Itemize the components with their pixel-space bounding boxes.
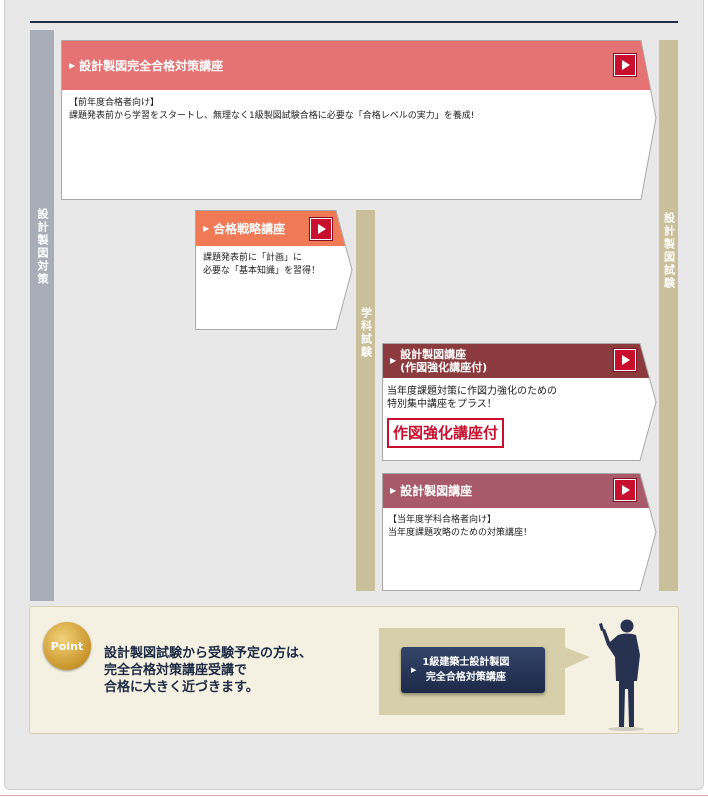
play-icon[interactable] bbox=[614, 479, 636, 501]
course-card-complete[interactable]: ▶ 設計製図完全合格対策講座 【前年度合格者向け】 課題発表前から学習をスタート… bbox=[61, 40, 657, 200]
course-card-drafting-plus-header: ▶ 設計製図講座 (作図強化講座付) bbox=[382, 343, 647, 378]
course-drafting-description: 当年度課題攻略のための対策講座！ bbox=[388, 528, 533, 538]
course-drafting-plus-body: 当年度課題対策に作図力強化のための 特別集中講座をプラス！ bbox=[387, 385, 557, 411]
play-icon[interactable] bbox=[310, 218, 332, 240]
course-drafting-body: 【当年度学科合格者向け】 当年度課題攻略のための対策講座！ bbox=[388, 514, 532, 540]
middle-category-label: 学科試験 bbox=[359, 307, 373, 359]
bottom-accent-line bbox=[0, 795, 708, 796]
play-icon[interactable] bbox=[614, 54, 636, 76]
point-badge: Point bbox=[43, 622, 91, 670]
course-drafting-audience: 【当年度学科合格者向け】 bbox=[388, 515, 497, 525]
course-drafting-plus-line1: 当年度課題対策に作図力強化のための bbox=[387, 386, 557, 397]
course-strategy-title: 合格戦略講座 bbox=[213, 221, 286, 236]
complete-course-button-line1: 1級建築士設計製図 bbox=[422, 657, 510, 668]
course-drafting-plus-title: 設計製図講座 (作図強化講座付) bbox=[400, 347, 488, 374]
point-section: Point 設計製図試験から受験予定の方は、 完全合格対策講座受講で 合格に大き… bbox=[29, 606, 679, 734]
point-message: 設計製図試験から受験予定の方は、 完全合格対策講座受講で 合格に大きく近づきます… bbox=[104, 645, 312, 696]
complete-course-link-button[interactable]: ▶ 1級建築士設計製図 完全合格対策講座 bbox=[401, 647, 545, 693]
play-icon[interactable] bbox=[614, 349, 636, 371]
drafting-reinforcement-stamp: 作図強化講座付 bbox=[387, 418, 505, 448]
course-strategy-line1: 課題発表前に「計画」に bbox=[203, 253, 303, 263]
course-complete-description: 課題発表前から学習をスタートし、無理なく1級製図試験合格に必要な「合格レベルの実… bbox=[69, 111, 475, 121]
middle-category-bar: 学科試験 bbox=[356, 210, 375, 591]
triangle-right-icon: ▶ bbox=[411, 666, 417, 674]
point-message-line1: 設計製図試験から受験予定の方は、 bbox=[104, 646, 313, 661]
course-drafting-plus-line2: 特別集中講座をプラス！ bbox=[387, 399, 497, 410]
top-divider bbox=[30, 21, 678, 23]
course-complete-body: 【前年度合格者向け】 課題発表前から学習をスタートし、無理なく1級製図試験合格に… bbox=[69, 97, 474, 123]
course-strategy-line2: 必要な「基本知識」を習得！ bbox=[203, 266, 321, 276]
course-drafting-title: 設計製図講座 bbox=[400, 484, 473, 498]
left-category-label: 設計製図対策 bbox=[36, 208, 49, 286]
course-card-drafting-header: ▶ 設計製図講座 bbox=[382, 473, 647, 508]
left-category-bar: 設計製図対策 bbox=[30, 30, 54, 601]
course-card-drafting-plus[interactable]: ▶ 設計製図講座 (作図強化講座付) 当年度課題対策に作図力強化のための 特別集… bbox=[382, 343, 657, 461]
triangle-right-icon: ▶ bbox=[69, 60, 76, 70]
course-strategy-body: 課題発表前に「計画」に 必要な「基本知識」を習得！ bbox=[203, 252, 320, 278]
point-message-line2: 完全合格対策講座受講で bbox=[104, 663, 248, 678]
course-card-strategy[interactable]: ▶ 合格戦略講座 課題発表前に「計画」に 必要な「基本知識」を習得！ bbox=[195, 210, 353, 330]
triangle-right-icon: ▶ bbox=[390, 356, 397, 365]
businessman-silhouette-icon bbox=[599, 619, 644, 731]
right-category-bar: 設計製図試験 bbox=[659, 40, 678, 591]
triangle-right-icon: ▶ bbox=[203, 223, 210, 233]
point-message-line3: 合格に大きく近づきます。 bbox=[104, 680, 259, 695]
course-complete-audience: 【前年度合格者向け】 bbox=[69, 98, 160, 108]
triangle-right-icon: ▶ bbox=[390, 486, 397, 495]
course-card-complete-header: ▶ 設計製図完全合格対策講座 bbox=[61, 40, 651, 90]
course-complete-title: 設計製図完全合格対策講座 bbox=[79, 58, 224, 73]
right-category-label: 設計製図試験 bbox=[662, 212, 676, 290]
course-card-drafting[interactable]: ▶ 設計製図講座 【当年度学科合格者向け】 当年度課題攻略のための対策講座！ bbox=[382, 473, 657, 591]
speech-bubble-tail bbox=[564, 647, 590, 669]
complete-course-button-line2: 完全合格対策講座 bbox=[425, 672, 506, 683]
